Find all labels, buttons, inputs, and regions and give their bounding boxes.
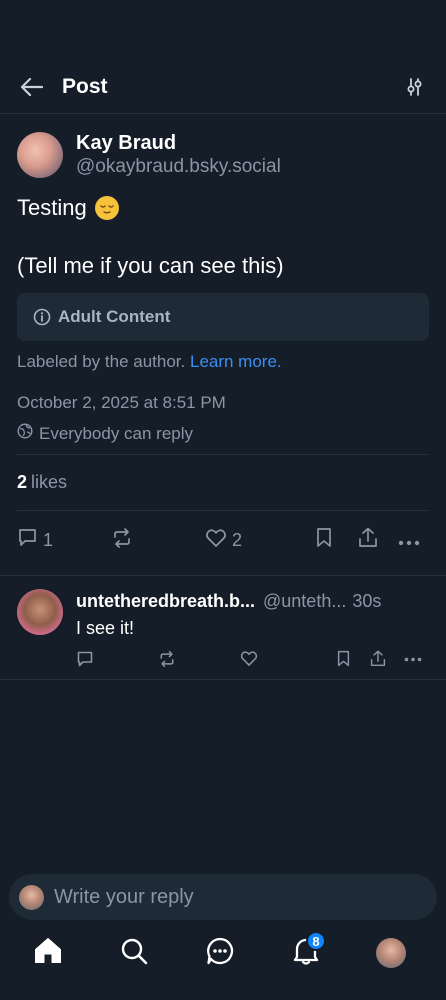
post-author[interactable]: Kay Braud @okaybraud.bsky.social [17, 131, 429, 179]
reply-author-handle[interactable]: @unteth... [263, 589, 346, 613]
reply-button[interactable]: 1 [17, 527, 111, 553]
sliders-icon[interactable] [404, 75, 428, 99]
info-icon [33, 308, 51, 326]
reply-count: 1 [43, 529, 54, 550]
label-note: Labeled by the author. Learn more. [17, 351, 429, 373]
reply-time: 30s [352, 591, 382, 611]
relieved-face-emoji-icon [94, 195, 119, 220]
like-count: 2 [232, 529, 243, 550]
post-text: Testing (Tell me if you can see this) [17, 193, 429, 280]
author-name[interactable]: Kay Braud [76, 131, 281, 155]
bookmark-button[interactable] [315, 527, 358, 553]
search-icon [120, 937, 148, 970]
repost-icon [111, 527, 133, 553]
page-title: Post [62, 74, 108, 98]
repost-icon[interactable] [158, 650, 176, 668]
author-handle[interactable]: @okaybraud.bsky.social [76, 155, 281, 179]
globe-icon [17, 423, 33, 444]
comment-icon [17, 527, 38, 553]
learn-more-link[interactable]: Learn more. [190, 352, 282, 371]
reply-actions [76, 646, 429, 676]
notifications-badge: 8 [306, 931, 326, 951]
heart-icon[interactable] [240, 650, 258, 667]
tab-notifications[interactable]: 8 [290, 931, 326, 969]
main-post: Kay Braud @okaybraud.bsky.social Testing… [0, 115, 446, 569]
more-options-button[interactable] [398, 530, 428, 551]
post-timestamp: October 2, 2025 at 8:51 PM [17, 393, 226, 412]
reply-author-name[interactable]: untetheredbreath.b... [76, 589, 255, 613]
likes-count: 2 [17, 472, 28, 492]
reply-rule-text: Everybody can reply [39, 423, 194, 443]
labeled-by-text: Labeled by the author. [17, 352, 186, 371]
tab-home[interactable] [32, 937, 64, 969]
reply-settings[interactable]: Everybody can reply [17, 423, 429, 444]
chat-bubble-icon [206, 937, 234, 970]
comment-icon[interactable] [76, 650, 94, 668]
likes-label: likes [31, 472, 68, 492]
bookmark-icon[interactable] [336, 650, 351, 667]
reply-input-placeholder[interactable]: Write your reply [54, 886, 194, 909]
home-icon [34, 937, 62, 969]
avatar[interactable] [17, 589, 63, 635]
tab-messages[interactable] [204, 937, 236, 969]
tab-profile[interactable] [375, 937, 407, 969]
share-icon [358, 527, 378, 553]
avatar[interactable] [17, 132, 63, 178]
share-button[interactable] [358, 527, 398, 553]
reply-header: untetheredbreath.b... @unteth... 30s [76, 589, 429, 613]
tab-search[interactable] [118, 937, 150, 969]
share-icon[interactable] [370, 650, 386, 667]
content-warning-button[interactable]: Adult Content [17, 293, 429, 341]
post-text-line: (Tell me if you can see this) [17, 253, 284, 278]
avatar [376, 938, 406, 968]
reply-composer[interactable]: Write your reply [9, 874, 437, 920]
avatar [19, 884, 44, 910]
reply-post[interactable]: untetheredbreath.b... @unteth... 30s I s… [0, 575, 446, 680]
heart-icon [205, 528, 227, 553]
content-warning-label: Adult Content [58, 307, 171, 326]
likes-summary[interactable]: 2 likes [17, 455, 429, 510]
post-actions: 1 2 [17, 511, 429, 569]
like-button[interactable]: 2 [205, 528, 315, 553]
back-arrow-icon[interactable] [18, 73, 46, 101]
bookmark-icon [315, 527, 333, 553]
ellipsis-icon [398, 530, 420, 551]
post-text-line: Testing [17, 195, 87, 220]
ellipsis-icon[interactable] [404, 657, 422, 662]
reply-text: I see it! [76, 618, 135, 638]
bottom-tab-bar: 8 [0, 925, 446, 985]
repost-button[interactable] [111, 527, 205, 553]
post-header: Post [0, 60, 446, 114]
